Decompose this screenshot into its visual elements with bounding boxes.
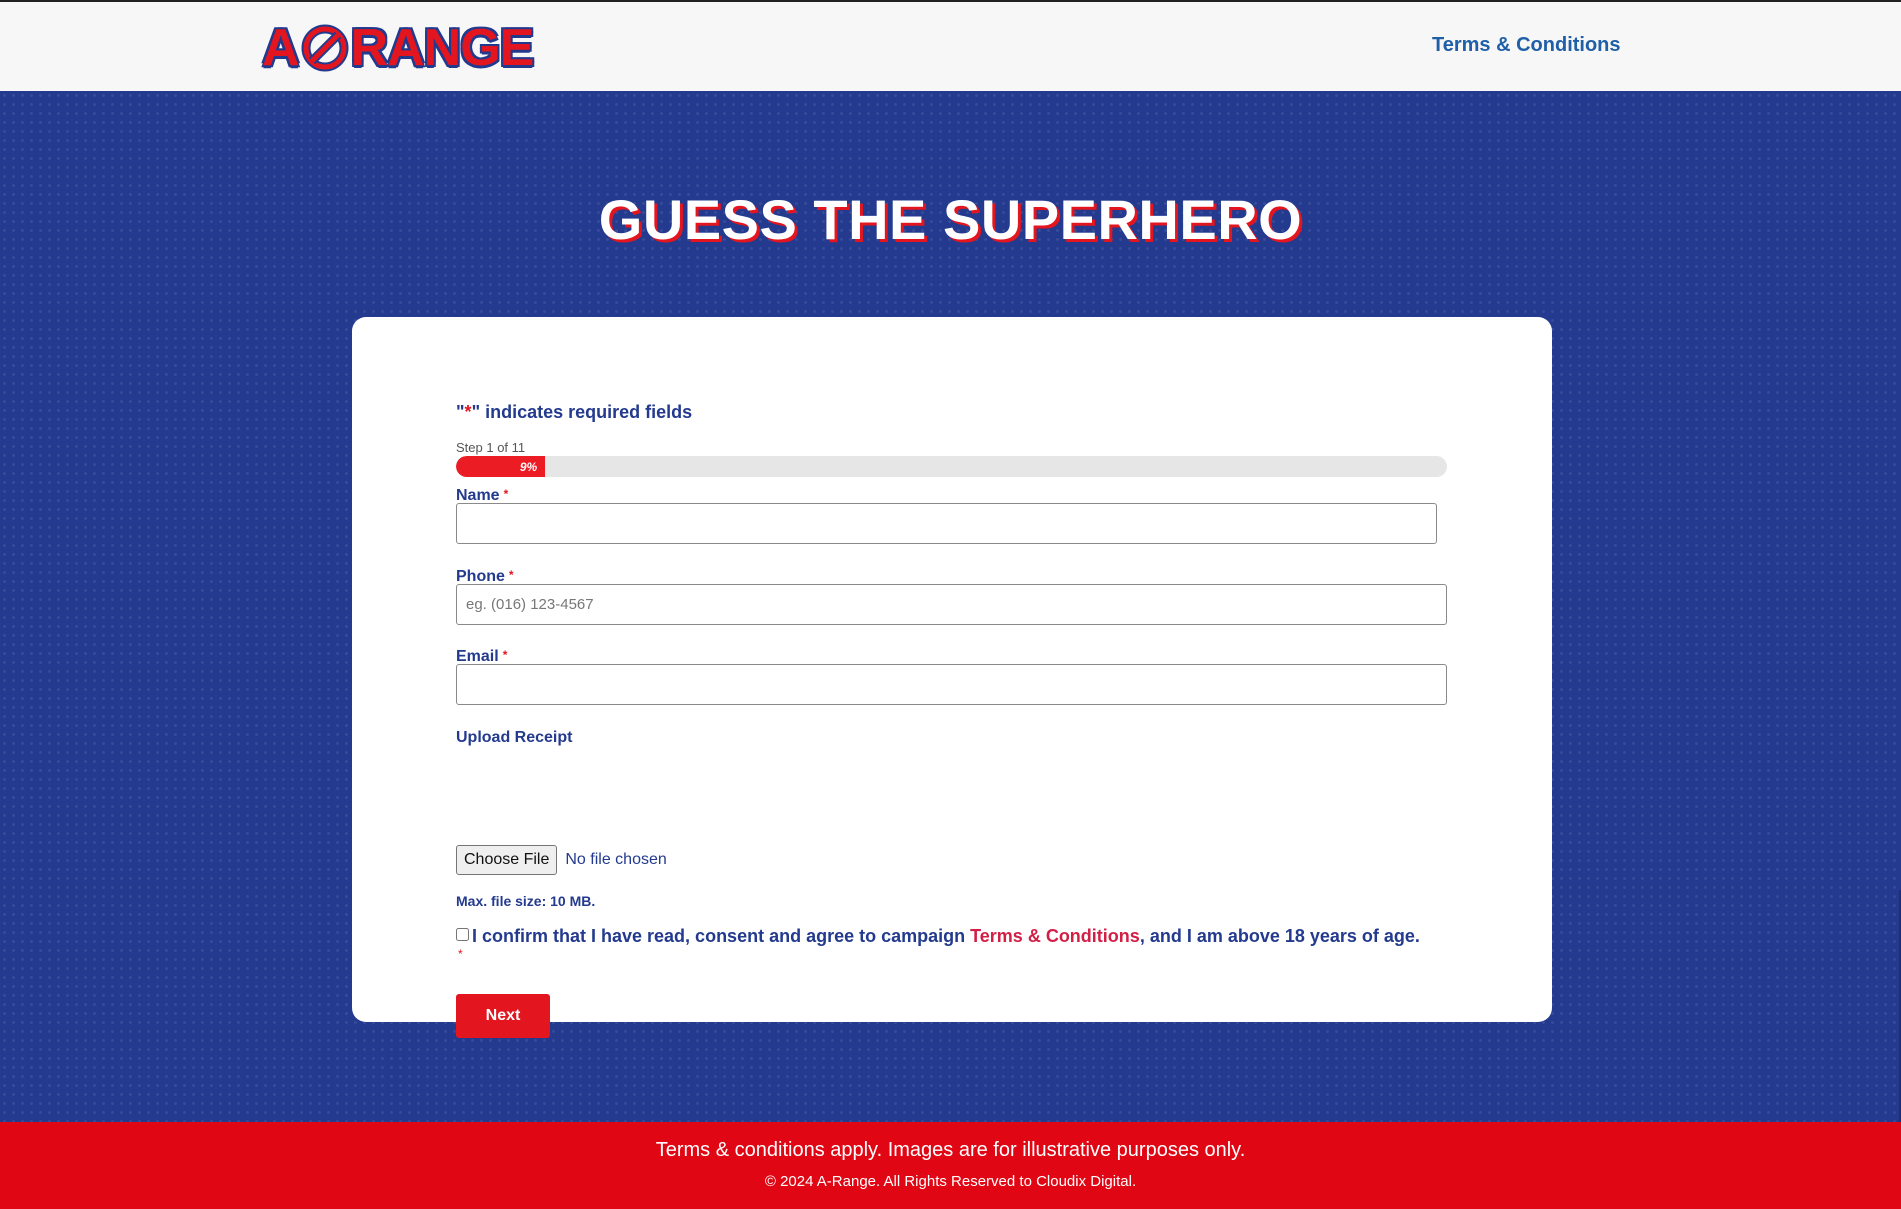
progress-fill: 9% bbox=[456, 456, 546, 477]
footer-copyright: © 2024 A-Range. All Rights Reserved to C… bbox=[764, 1173, 1137, 1190]
consent-terms-link[interactable]: Terms & Conditions bbox=[970, 926, 1140, 946]
site-footer: Terms & conditions apply. Images are for… bbox=[0, 1122, 1901, 1209]
email-input[interactable] bbox=[456, 664, 1447, 705]
required-marker: * bbox=[458, 947, 463, 961]
site-header: A RANGE Terms & Conditions bbox=[0, 2, 1901, 91]
upload-label: Upload Receipt bbox=[456, 729, 573, 746]
form-card: "*" indicates required fields Step 1 of … bbox=[352, 317, 1552, 1038]
logo-word-range: RANGE bbox=[350, 19, 535, 77]
file-upload: Choose File No file chosen bbox=[456, 845, 667, 875]
hero-section: GUESS THE SUPERHERO "*" indicates requir… bbox=[0, 91, 1901, 1122]
phone-input[interactable] bbox=[456, 584, 1447, 625]
a-range-logo[interactable]: A RANGE bbox=[262, 19, 535, 77]
consent-text: I confirm that I have read, consent and … bbox=[472, 926, 1420, 946]
required-marker: * bbox=[508, 568, 514, 582]
progress-bar: 9% bbox=[456, 456, 1447, 477]
step-indicator: Step 1 of 11 bbox=[456, 440, 526, 455]
name-input[interactable] bbox=[456, 503, 1437, 544]
next-button[interactable]: Next bbox=[456, 994, 550, 1038]
footer-disclaimer: Terms & conditions apply. Images are for… bbox=[655, 1139, 1246, 1161]
page-title: GUESS THE SUPERHERO bbox=[598, 188, 1303, 251]
progress-percent: 9% bbox=[519, 459, 538, 474]
choose-file-button[interactable]: Choose File bbox=[456, 845, 558, 875]
consent-row: I confirm that I have read, consent and … bbox=[456, 926, 1456, 961]
file-status: No file chosen bbox=[565, 851, 667, 868]
no-sign-icon bbox=[301, 24, 349, 72]
nav-terms-link[interactable]: Terms & Conditions bbox=[1432, 34, 1621, 57]
max-file-size-hint: Max. file size: 10 MB. bbox=[456, 893, 596, 909]
required-star: * bbox=[464, 402, 472, 422]
consent-checkbox[interactable] bbox=[456, 928, 469, 941]
required-marker: * bbox=[503, 487, 509, 501]
required-fields-note: "*" indicates required fields bbox=[456, 402, 693, 422]
logo-letter-a: A bbox=[262, 19, 300, 77]
required-marker: * bbox=[502, 648, 508, 662]
